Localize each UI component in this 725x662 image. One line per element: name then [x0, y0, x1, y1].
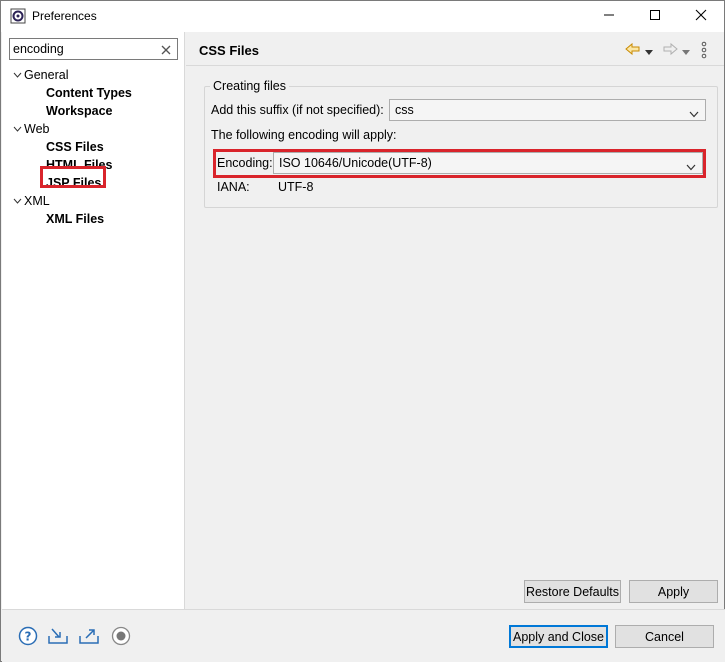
record-icon[interactable] — [111, 626, 131, 649]
page-title: CSS Files — [199, 43, 259, 58]
preference-page: CSS Files Creating files Add this suffix… — [186, 32, 724, 609]
title-bar: Preferences — [1, 1, 724, 32]
iana-label: IANA: — [217, 180, 250, 194]
page-header: CSS Files — [186, 32, 724, 66]
import-icon[interactable] — [47, 626, 69, 649]
chevron-down-icon[interactable] — [10, 66, 24, 84]
tree-item-label: General — [24, 68, 69, 82]
restore-defaults-button[interactable]: Restore Defaults — [524, 580, 621, 603]
tree-item-label: Web — [24, 122, 50, 136]
chevron-down-icon — [686, 160, 696, 171]
encoding-note: The following encoding will apply: — [211, 128, 397, 142]
suffix-value: css — [395, 103, 414, 117]
maximize-button[interactable] — [632, 1, 678, 32]
svg-text:?: ? — [25, 630, 32, 644]
forward-arrow-icon[interactable] — [662, 41, 678, 60]
clear-filter-icon[interactable] — [161, 44, 171, 55]
chevron-down-icon[interactable] — [10, 192, 24, 210]
close-button[interactable] — [678, 1, 724, 32]
apply-and-close-button[interactable]: Apply and Close — [509, 625, 608, 648]
chevron-down-icon — [689, 107, 699, 118]
tree-item-label: XML — [24, 194, 50, 208]
tree-item-label: XML Files — [46, 212, 105, 226]
tree-item-label: Content Types — [46, 86, 132, 100]
export-icon[interactable] — [78, 626, 100, 649]
css-files-highlight — [40, 166, 106, 188]
apply-button[interactable]: Apply — [629, 580, 718, 603]
tree-item-label: Workspace — [46, 104, 113, 118]
tree-item-workspace[interactable]: Workspace — [46, 102, 112, 120]
filter-input[interactable] — [13, 41, 153, 57]
dialog-button-bar: ? Apply and Close Cancel — [2, 609, 725, 662]
group-title: Creating files — [210, 79, 289, 93]
chevron-down-icon[interactable] — [10, 120, 24, 138]
window-title: Preferences — [32, 9, 97, 23]
view-menu-icon[interactable] — [701, 41, 707, 62]
encoding-combo[interactable]: ISO 10646/Unicode(UTF-8) — [273, 152, 703, 174]
filter-box — [9, 38, 178, 60]
preferences-navigation: General Content Types Workspace Web CSS … — [2, 32, 185, 609]
encoding-label: Encoding: — [217, 156, 273, 170]
minimize-icon — [603, 9, 615, 24]
tree-item-xml[interactable]: XML — [10, 192, 50, 210]
maximize-icon — [649, 9, 661, 24]
iana-value: UTF-8 — [278, 180, 314, 194]
tree-item-web[interactable]: Web — [10, 120, 49, 138]
tree-item-label: CSS Files — [46, 140, 104, 154]
preferences-window: Preferences encoding General Content Typ… — [0, 0, 725, 662]
encoding-value: ISO 10646/Unicode(UTF-8) — [279, 156, 432, 170]
suffix-label: Add this suffix (if not specified): — [211, 103, 384, 117]
suffix-combo[interactable]: css — [389, 99, 706, 121]
help-icon[interactable]: ? — [18, 626, 38, 649]
tree-item-xml-files[interactable]: XML Files — [46, 210, 104, 228]
back-arrow-icon[interactable] — [625, 41, 641, 60]
tree-item-content-types[interactable]: Content Types — [46, 84, 132, 102]
cancel-button[interactable]: Cancel — [615, 625, 714, 648]
forward-menu-chevron-icon[interactable] — [682, 45, 690, 59]
back-menu-chevron-icon[interactable] — [645, 45, 653, 59]
page-navigation — [622, 41, 722, 59]
minimize-button[interactable] — [586, 1, 632, 32]
tree-item-css-files[interactable]: CSS Files — [46, 138, 104, 156]
close-icon — [695, 9, 707, 24]
eclipse-app-icon — [10, 8, 26, 24]
tree-item-general[interactable]: General — [10, 66, 68, 84]
